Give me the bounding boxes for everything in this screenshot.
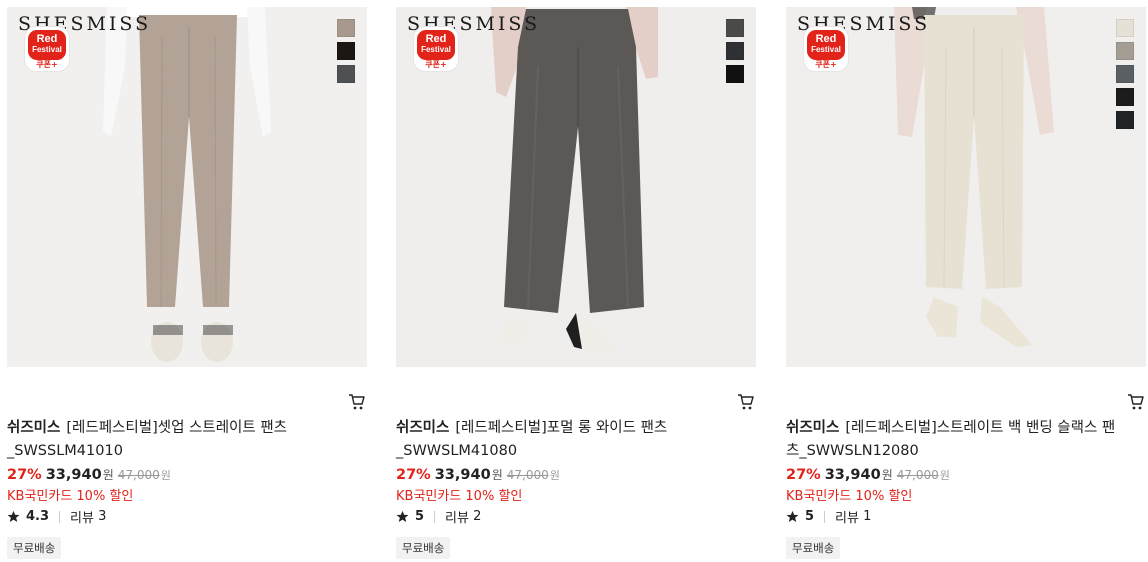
product-brand: 쉬즈미스 [396,420,450,436]
rating-score: 4.3 [26,509,50,524]
badge-line1: Red [36,33,58,45]
color-swatch[interactable] [337,19,355,37]
color-swatch[interactable] [337,42,355,60]
color-swatch[interactable] [1116,88,1134,106]
currency-unit: 원 [881,468,893,482]
product-title[interactable]: 쉬즈미스 [레드페스티벌]셋업 스트레이트 팬츠_SWSSLM41010 [7,417,342,463]
review-count: 2 [473,509,482,524]
color-swatches [1116,19,1134,134]
product-image[interactable]: SHESMISS Red Festival 쿠폰+ [396,7,756,367]
review-label: 리뷰 [70,511,94,526]
add-to-cart-icon[interactable] [737,393,755,411]
discount-rate: 27% [396,467,431,483]
add-to-cart-icon[interactable] [1127,393,1145,411]
product-brand: 쉬즈미스 [786,420,840,436]
review-count: 3 [98,509,107,524]
review-label: 리뷰 [445,511,469,526]
product-brand: 쉬즈미스 [7,420,61,436]
free-shipping-tag: 무료배송 [786,537,841,559]
card-discount-promo: KB국민카드 10% 할인 [396,489,523,504]
badge-line1: Red [815,33,837,45]
badge-coupon-label: 쿠폰+ [815,60,837,69]
original-price: 47,000 [117,468,160,482]
free-shipping-tag: 무료배송 [7,537,62,559]
sale-price: 33,940 [45,467,102,483]
color-swatch[interactable] [1116,19,1134,37]
card-discount-promo: KB국민카드 10% 할인 [7,489,134,504]
product-grid: SHESMISS Red Festival 쿠폰+ 쉬즈미스 [레드페스티벌]셋… [0,0,1148,562]
red-festival-badge: Red Festival 쿠폰+ [413,26,459,72]
price-row: 27% 33,940원 47,000원 [7,466,171,483]
star-icon [7,510,20,523]
star-icon [396,510,409,523]
product-title[interactable]: 쉬즈미스 [레드페스티벌]포멀 롱 와이드 팬츠_SWWSLM41080 [396,417,731,463]
currency-unit: 원 [491,468,503,482]
free-shipping-tag: 무료배송 [396,537,451,559]
red-festival-badge: Red Festival 쿠폰+ [803,26,849,72]
rating-score: 5 [415,509,425,524]
original-price: 47,000 [506,468,549,482]
discount-rate: 27% [786,467,821,483]
color-swatch[interactable] [726,19,744,37]
color-swatch[interactable] [1116,111,1134,129]
color-swatches [337,19,355,88]
star-icon [786,510,799,523]
color-swatch[interactable] [1116,65,1134,83]
badge-line2: Festival [32,45,62,54]
color-swatch[interactable] [1116,42,1134,60]
price-row: 27% 33,940원 47,000원 [396,466,560,483]
divider [824,510,826,523]
product-image[interactable]: SHESMISS Red Festival 쿠폰+ [786,7,1146,367]
sale-price: 33,940 [824,467,881,483]
color-swatch[interactable] [337,65,355,83]
sale-price: 33,940 [434,467,491,483]
review-label: 리뷰 [835,511,859,526]
discount-rate: 27% [7,467,42,483]
product-card[interactable]: SHESMISS Red Festival 쿠폰+ [396,7,756,559]
add-to-cart-icon[interactable] [348,393,366,411]
red-festival-badge: Red Festival 쿠폰+ [24,26,70,72]
badge-line1: Red [425,33,447,45]
original-price: 47,000 [896,468,939,482]
original-currency-unit: 원 [160,469,171,482]
rating-row: 4.3 리뷰 3 [7,507,106,526]
price-row: 27% 33,940원 47,000원 [786,466,950,483]
card-discount-promo: KB국민카드 10% 할인 [786,489,913,504]
rating-row: 5 리뷰 2 [396,507,481,526]
badge-coupon-label: 쿠폰+ [36,60,58,69]
original-currency-unit: 원 [939,469,950,482]
review-count: 1 [863,509,872,524]
original-currency-unit: 원 [549,469,560,482]
product-card[interactable]: SHESMISS Red Festival 쿠폰+ [7,7,367,559]
color-swatch[interactable] [726,42,744,60]
rating-row: 5 리뷰 1 [786,507,871,526]
product-image[interactable]: SHESMISS Red Festival 쿠폰+ [7,7,367,367]
divider [434,510,436,523]
currency-unit: 원 [102,468,114,482]
rating-score: 5 [805,509,815,524]
product-card[interactable]: SHESMISS Red Festival 쿠폰+ [786,7,1146,559]
divider [59,510,61,523]
badge-coupon-label: 쿠폰+ [425,60,447,69]
color-swatch[interactable] [726,65,744,83]
badge-line2: Festival [421,45,451,54]
product-title[interactable]: 쉬즈미스 [레드페스티벌]스트레이트 백 밴딩 슬랙스 팬츠_SWWSLN1208… [786,417,1121,463]
color-swatches [726,19,744,88]
badge-line2: Festival [811,45,841,54]
